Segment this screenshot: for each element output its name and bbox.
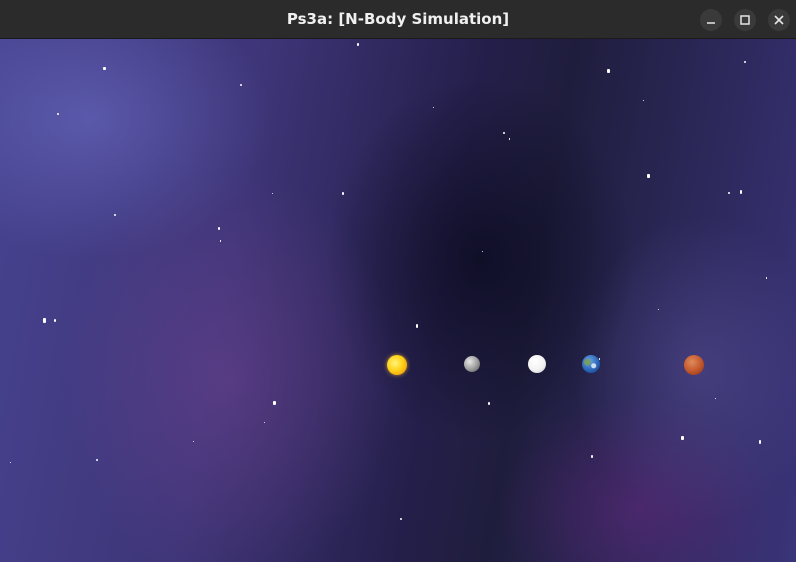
maximize-button[interactable] (734, 9, 756, 31)
venus-icon (528, 355, 546, 373)
mars-icon (684, 355, 704, 375)
star-dot (220, 240, 221, 242)
star-dot (103, 67, 106, 70)
star-dot (218, 227, 220, 230)
star-dot (728, 192, 730, 194)
star-dot (193, 441, 194, 442)
window-title: Ps3a: [N-Body Simulation] (286, 10, 510, 28)
maximize-icon (740, 15, 750, 25)
app-window: Ps3a: [N-Body Simulation] (0, 0, 796, 562)
star-dot (607, 69, 610, 73)
star-dot (54, 319, 56, 322)
star-dot (591, 455, 593, 458)
star-dot (43, 318, 46, 323)
star-dot (10, 462, 11, 463)
star-dot (766, 277, 767, 279)
star-dot (114, 214, 116, 216)
star-dot (433, 107, 434, 108)
star-dot (264, 422, 265, 423)
star-dot (240, 84, 242, 86)
minimize-icon (707, 22, 715, 24)
star-dot (740, 190, 742, 194)
star-dot (482, 251, 483, 252)
star-dot (488, 402, 490, 405)
star-dot (57, 113, 59, 115)
star-dot (658, 309, 659, 310)
simulation-canvas[interactable] (0, 39, 796, 562)
close-icon (774, 15, 784, 25)
star-dot (681, 436, 684, 440)
star-dot (416, 324, 418, 328)
sun-icon (387, 355, 407, 375)
close-button[interactable] (768, 9, 790, 31)
star-dot (759, 440, 761, 444)
star-dot (273, 401, 276, 405)
star-dot (96, 459, 98, 461)
star-dot (272, 193, 273, 194)
star-dot (503, 132, 505, 134)
star-dot (342, 192, 344, 195)
minimize-button[interactable] (700, 9, 722, 31)
star-dot (400, 518, 402, 520)
star-dot (509, 138, 510, 140)
star-dot (357, 43, 359, 46)
star-dot (643, 100, 644, 101)
title-bar[interactable]: Ps3a: [N-Body Simulation] (0, 0, 796, 39)
mercury-icon (464, 356, 480, 372)
earth-icon (582, 355, 600, 373)
star-dot (744, 61, 746, 63)
star-dot (715, 398, 716, 399)
star-dot (647, 174, 650, 178)
